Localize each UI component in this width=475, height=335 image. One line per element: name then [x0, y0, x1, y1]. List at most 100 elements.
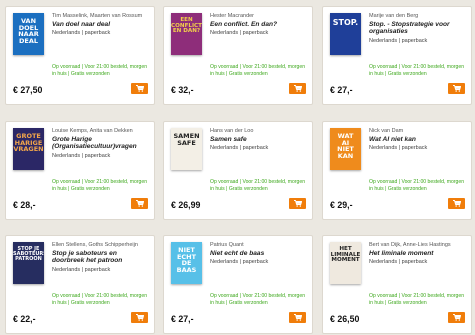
product-card[interactable]: GROTE HARIGE VRAGEN Louise Kemps, Anita van… [5, 121, 155, 220]
cover-title-text: VAN DOEL NAAR DEAL [13, 18, 44, 44]
delivery-status: Op voorraad | Voor 21:00 besteld, morgen… [210, 179, 306, 192]
product-author: Bert van Dijk, Anne-Lies Hastings [369, 242, 451, 248]
add-to-cart-button[interactable] [131, 198, 148, 209]
add-to-cart-button[interactable] [448, 198, 465, 209]
shopping-cart-icon [293, 200, 302, 207]
cover-line: VRAGEN [13, 145, 44, 153]
delivery-status: Op voorraad | Voor 21:00 besteld, morgen… [369, 64, 465, 77]
delivery-status: Op voorraad | Voor 21:00 besteld, morgen… [52, 293, 148, 306]
delivery-status: Op voorraad | Voor 21:00 besteld, morgen… [210, 293, 306, 306]
product-title-link[interactable]: Een conflict. En dan? [210, 21, 308, 29]
product-card[interactable]: EEN CONFLICT EN DAN? Hester Macrander Een co… [163, 6, 313, 105]
book-cover-image[interactable]: NIET ECHT DE BAAS [171, 242, 202, 284]
cover-line: EN DAN? [172, 28, 201, 35]
delivery-status: Op voorraad | Voor 21:00 besteld, morgen… [52, 64, 148, 77]
add-to-cart-button[interactable] [448, 312, 465, 323]
delivery-status: Op voorraad | Voor 21:00 besteld, morgen… [369, 293, 465, 306]
product-author: Hester Macrander [210, 13, 255, 19]
cover-line: KAN [337, 151, 354, 160]
book-cover-image[interactable]: SAMEN SAFE [171, 128, 202, 170]
product-author: Marije van den Berg [369, 13, 419, 19]
cover-line: BAAS [176, 265, 197, 274]
product-meta: Ellen Stellens, Goths Schipperheijn Stop … [52, 242, 150, 273]
product-card[interactable]: HET LIMINALE MOMENT Bert van Dijk, Anne-Lie… [322, 235, 472, 334]
product-format: Nederlands | paperback [210, 259, 269, 266]
product-card[interactable]: VAN DOEL NAAR DEAL Tim Masselink, Maarten va… [5, 6, 155, 105]
add-to-cart-button[interactable] [131, 312, 148, 323]
product-price: € 27,- [171, 314, 194, 324]
cover-title-text: STOP JE SABOTEURS PATROON [13, 247, 44, 262]
product-author: Hans van der Loo [210, 128, 254, 134]
product-author: Nick van Dam [369, 128, 404, 134]
product-format: Nederlands | paperback [52, 267, 111, 274]
product-card[interactable]: STOP JE SABOTEURS PATROON Ellen Stellens, G… [5, 235, 155, 334]
add-to-cart-button[interactable] [289, 83, 306, 94]
product-meta: Hans van der Loo Samen safe Nederlands | p… [210, 128, 308, 151]
product-title-link[interactable]: Samen safe [210, 136, 308, 144]
product-price: € 22,- [13, 314, 36, 324]
product-author: Louise Kemps, Anita van Dekken [52, 128, 133, 134]
product-meta: Louise Kemps, Anita van Dekken Grote Hari… [52, 128, 150, 159]
product-price: € 26,50 [330, 314, 360, 324]
add-to-cart-button[interactable] [131, 83, 148, 94]
delivery-status: Op voorraad | Voor 21:00 besteld, morgen… [52, 179, 148, 192]
add-to-cart-button[interactable] [289, 312, 306, 323]
product-title-link[interactable]: Stop je saboteurs en doorbreek het patro… [52, 250, 150, 265]
product-author: Tim Masselink, Maarten van Rossum [52, 13, 143, 19]
shopping-cart-icon [293, 314, 302, 321]
cover-line: PATROON [15, 256, 42, 262]
shopping-cart-icon [452, 85, 461, 92]
product-title-link[interactable]: Het liminale moment [369, 250, 467, 258]
product-meta: Hester Macrander Een conflict. En dan? Ned… [210, 13, 308, 36]
product-price: € 27,50 [13, 85, 43, 95]
book-cover-image[interactable]: EEN CONFLICT EN DAN? [171, 13, 202, 55]
product-meta: Patrius Quant Niet echt de baas Nederlands… [210, 242, 308, 265]
product-card[interactable]: SAMEN SAFE Hans van der Loo Samen safe Neder… [163, 121, 313, 220]
product-title-link[interactable]: Niet echt de baas [210, 250, 308, 258]
product-format: Nederlands | paperback [369, 38, 428, 45]
shopping-cart-icon [135, 200, 144, 207]
product-card[interactable]: WAT AI NIET KAN Nick van Dam Wat AI niet kan N… [322, 121, 472, 220]
shopping-cart-icon [135, 314, 144, 321]
shopping-cart-icon [452, 314, 461, 321]
book-cover-image[interactable]: GROTE HARIGE VRAGEN [13, 128, 44, 170]
product-title-link[interactable]: Van doel naar deal [52, 21, 150, 29]
product-meta: Nick van Dam Wat AI niet kan Nederlands | … [369, 128, 467, 151]
product-card[interactable]: STOP. Marije van den Berg Stop. - Stopstra… [322, 6, 472, 105]
product-meta: Bert van Dijk, Anne-Lies Hastings Het lim… [369, 242, 467, 265]
shopping-cart-icon [293, 85, 302, 92]
book-cover-image[interactable]: WAT AI NIET KAN [330, 128, 361, 170]
shopping-cart-icon [135, 85, 144, 92]
product-format: Nederlands | paperback [369, 259, 428, 266]
cover-line: DEAL [18, 36, 38, 45]
product-price: € 27,- [330, 85, 353, 95]
cover-title-text: SAMEN SAFE [171, 133, 202, 146]
product-card[interactable]: NIET ECHT DE BAAS Patrius Quant Niet echt de … [163, 235, 313, 334]
product-format: Nederlands | paperback [369, 145, 428, 152]
delivery-status: Op voorraad | Voor 21:00 besteld, morgen… [210, 64, 306, 77]
cover-line: SAFE [177, 138, 196, 147]
add-to-cart-button[interactable] [289, 198, 306, 209]
product-format: Nederlands | paperback [210, 30, 269, 37]
add-to-cart-button[interactable] [448, 83, 465, 94]
book-cover-image[interactable]: STOP. [330, 13, 361, 55]
book-cover-image[interactable]: STOP JE SABOTEURS PATROON [13, 242, 44, 284]
cover-title-text: EEN CONFLICT EN DAN? [171, 17, 202, 35]
product-price: € 29,- [330, 200, 353, 210]
product-title-link[interactable]: Grote Harige (Organisatiecultuur)vragen [52, 136, 150, 151]
cover-title-text: STOP. [330, 19, 361, 27]
product-price: € 28,- [13, 200, 36, 210]
delivery-status: Op voorraad | Voor 21:00 besteld, morgen… [369, 179, 465, 192]
cover-title-text: HET LIMINALE MOMENT [330, 246, 361, 264]
book-cover-image[interactable]: HET LIMINALE MOMENT [330, 242, 361, 284]
product-title-link[interactable]: Stop. - Stopstrategie voor organisaties [369, 21, 467, 36]
cover-line: MOMENT [331, 257, 360, 264]
product-author: Ellen Stellens, Goths Schipperheijn [52, 242, 138, 248]
product-format: Nederlands | paperback [52, 30, 111, 37]
cover-title-text: NIET ECHT DE BAAS [171, 247, 202, 273]
shopping-cart-icon [452, 200, 461, 207]
product-title-link[interactable]: Wat AI niet kan [369, 136, 467, 144]
book-cover-image[interactable]: VAN DOEL NAAR DEAL [13, 13, 44, 55]
product-price: € 32,- [171, 85, 194, 95]
product-price: € 26,99 [171, 200, 201, 210]
